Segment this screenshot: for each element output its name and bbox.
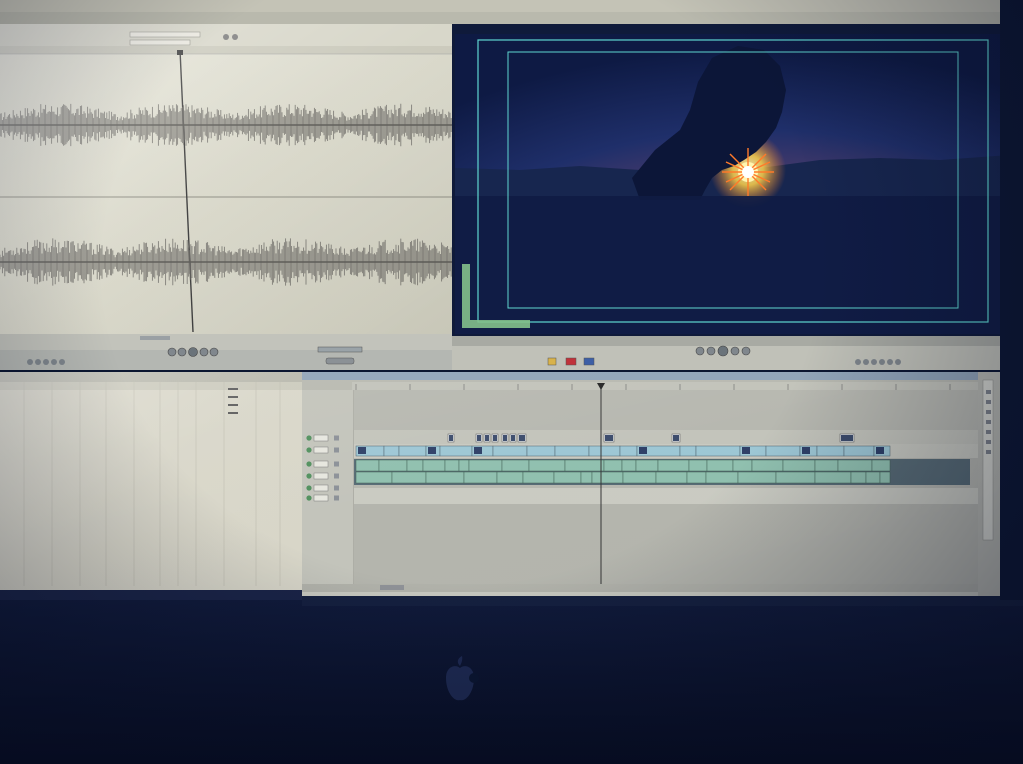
canvas-viewer bbox=[452, 24, 1010, 336]
photo-scene bbox=[0, 0, 1023, 764]
timeline bbox=[0, 372, 1000, 596]
audio-viewer bbox=[0, 24, 452, 334]
